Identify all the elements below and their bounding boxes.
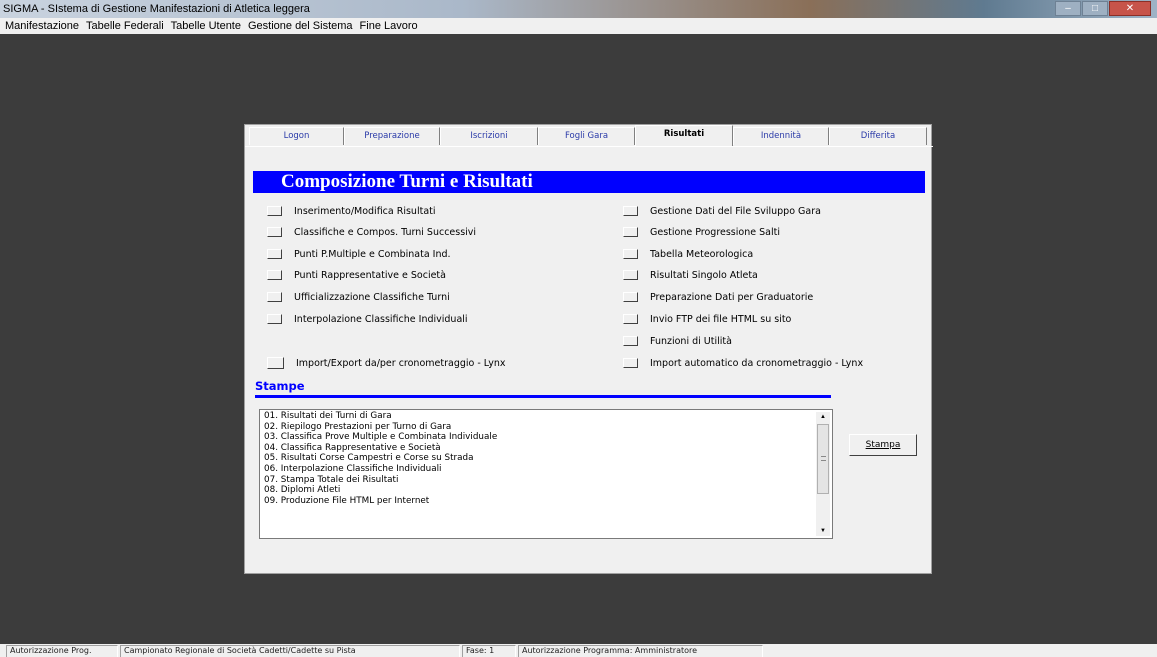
option-import-automatico-lynx[interactable]: Import automatico da cronometraggio - Ly… — [623, 356, 863, 370]
option-button[interactable] — [267, 227, 282, 237]
scroll-up-icon[interactable]: ▲ — [816, 412, 830, 422]
option-label: Risultati Singolo Atleta — [650, 269, 758, 281]
minimize-icon[interactable]: – — [1055, 1, 1081, 16]
list-item[interactable]: 07. Stampa Totale dei Risultati — [264, 475, 812, 486]
list-item[interactable]: 06. Interpolazione Classifiche Individua… — [264, 464, 812, 475]
option-label: Ufficializzazione Classifiche Turni — [294, 291, 450, 303]
option-button[interactable] — [267, 292, 282, 302]
option-label: Import/Export da/per cronometraggio - Ly… — [296, 357, 506, 369]
option-label: Interpolazione Classifiche Individuali — [294, 313, 468, 325]
window-title: SIGMA - SIstema di Gestione Manifestazio… — [3, 3, 310, 15]
option-label: Classifiche e Compos. Turni Successivi — [294, 226, 477, 238]
stampa-button-label: Stampa — [865, 440, 901, 450]
option-import-export-lynx[interactable]: Import/Export da/per cronometraggio - Ly… — [267, 356, 505, 370]
option-label: Punti P.Multiple e Combinata Ind. — [294, 248, 451, 260]
menu-bar: Manifestazione Tabelle Federali Tabelle … — [0, 18, 1157, 34]
option-label: Import automatico da cronometraggio - Ly… — [650, 357, 864, 369]
menu-fine-lavoro[interactable]: Fine Lavoro — [357, 20, 422, 32]
option-risultati-singolo-atleta[interactable]: Risultati Singolo Atleta — [623, 268, 758, 282]
scroll-down-icon[interactable]: ▼ — [816, 526, 830, 536]
close-icon[interactable]: ✕ — [1109, 1, 1151, 16]
option-label: Inserimento/Modifica Risultati — [294, 205, 436, 217]
option-button[interactable] — [623, 270, 638, 280]
grip-icon — [821, 456, 826, 461]
option-button[interactable] — [623, 249, 638, 259]
status-bar: Autorizzazione Prog. Campionato Regional… — [0, 644, 1157, 657]
option-tabella-meteorologica[interactable]: Tabella Meteorologica — [623, 247, 753, 261]
stampa-button[interactable]: Stampa — [849, 434, 917, 456]
tab-risultati[interactable]: Risultati — [635, 125, 733, 146]
menu-tabelle-federali[interactable]: Tabelle Federali — [83, 20, 168, 32]
stampe-divider — [255, 395, 831, 398]
option-button[interactable] — [623, 336, 638, 346]
option-ufficializzazione[interactable]: Ufficializzazione Classifiche Turni — [267, 290, 450, 304]
stampe-scrollbar[interactable]: ▲ ▼ — [816, 412, 830, 536]
tab-strip: Logon Preparazione Iscrizioni Fogli Gara… — [245, 125, 933, 147]
option-button[interactable] — [267, 206, 282, 216]
option-button[interactable] — [267, 357, 284, 369]
tab-indennita[interactable]: Indennità — [733, 127, 829, 145]
scroll-thumb[interactable] — [817, 424, 829, 494]
option-button[interactable] — [623, 227, 638, 237]
option-punti-rappresentative[interactable]: Punti Rappresentative e Società — [267, 268, 446, 282]
option-progressione-salti[interactable]: Gestione Progressione Salti — [623, 225, 780, 239]
option-label: Gestione Dati del File Sviluppo Gara — [650, 205, 821, 217]
tab-iscrizioni[interactable]: Iscrizioni — [440, 127, 538, 145]
option-button[interactable] — [623, 358, 638, 368]
menu-gestione-sistema[interactable]: Gestione del Sistema — [245, 20, 357, 32]
option-button[interactable] — [267, 270, 282, 280]
list-item[interactable]: 04. Classifica Rappresentative e Società — [264, 443, 812, 454]
list-item[interactable]: 02. Riepilogo Prestazioni per Turno di G… — [264, 422, 812, 433]
tab-divider — [245, 146, 933, 147]
list-item[interactable]: 08. Diplomi Atleti — [264, 485, 812, 496]
list-item[interactable]: 01. Risultati dei Turni di Gara — [264, 411, 812, 422]
option-label: Punti Rappresentative e Società — [294, 269, 446, 281]
stampe-title: Stampe — [255, 379, 305, 393]
status-phase: Fase: 1 — [462, 645, 516, 657]
option-label: Tabella Meteorologica — [650, 248, 754, 260]
section-header: Composizione Turni e Risultati — [253, 171, 925, 193]
option-funzioni-utilita[interactable]: Funzioni di Utilità — [623, 334, 732, 348]
status-event: Campionato Regionale di Società Cadetti/… — [120, 645, 460, 657]
tab-logon[interactable]: Logon — [249, 127, 344, 145]
option-invio-ftp[interactable]: Invio FTP dei file HTML su sito — [623, 312, 791, 326]
maximize-icon[interactable]: □ — [1082, 1, 1108, 16]
title-bar: SIGMA - SIstema di Gestione Manifestazio… — [0, 0, 1157, 18]
option-punti-multiple[interactable]: Punti P.Multiple e Combinata Ind. — [267, 247, 451, 261]
option-button[interactable] — [623, 292, 638, 302]
list-item[interactable]: 05. Risultati Corse Campestri e Corse su… — [264, 453, 812, 464]
option-label: Funzioni di Utilità — [650, 335, 732, 347]
stampe-items: 01. Risultati dei Turni di Gara 02. Riep… — [264, 411, 812, 506]
option-button[interactable] — [623, 206, 638, 216]
option-button[interactable] — [267, 314, 282, 324]
list-item[interactable]: 09. Produzione File HTML per Internet — [264, 496, 812, 507]
option-button[interactable] — [267, 249, 282, 259]
option-label: Gestione Progressione Salti — [650, 226, 780, 238]
option-label: Preparazione Dati per Graduatorie — [650, 291, 814, 303]
stampe-list[interactable]: 01. Risultati dei Turni di Gara 02. Riep… — [259, 409, 833, 539]
tab-differita[interactable]: Differita — [829, 127, 927, 145]
window-controls: – □ ✕ — [1055, 1, 1151, 16]
option-interpolazione[interactable]: Interpolazione Classifiche Individuali — [267, 312, 468, 326]
option-label: Invio FTP dei file HTML su sito — [650, 313, 792, 325]
list-item[interactable]: 03. Classifica Prove Multiple e Combinat… — [264, 432, 812, 443]
option-inserimento-risultati[interactable]: Inserimento/Modifica Risultati — [267, 204, 436, 218]
menu-tabelle-utente[interactable]: Tabelle Utente — [168, 20, 245, 32]
option-button[interactable] — [623, 314, 638, 324]
menu-manifestazione[interactable]: Manifestazione — [2, 20, 83, 32]
main-panel: Logon Preparazione Iscrizioni Fogli Gara… — [244, 124, 933, 574]
option-preparazione-graduatorie[interactable]: Preparazione Dati per Graduatorie — [623, 290, 813, 304]
tab-preparazione[interactable]: Preparazione — [344, 127, 440, 145]
status-program-auth: Autorizzazione Programma: Amministratore — [518, 645, 763, 657]
tab-fogli-gara[interactable]: Fogli Gara — [538, 127, 635, 145]
status-auth: Autorizzazione Prog. — [6, 645, 118, 657]
option-classifiche-turni[interactable]: Classifiche e Compos. Turni Successivi — [267, 225, 476, 239]
option-gestione-dati-file[interactable]: Gestione Dati del File Sviluppo Gara — [623, 204, 821, 218]
